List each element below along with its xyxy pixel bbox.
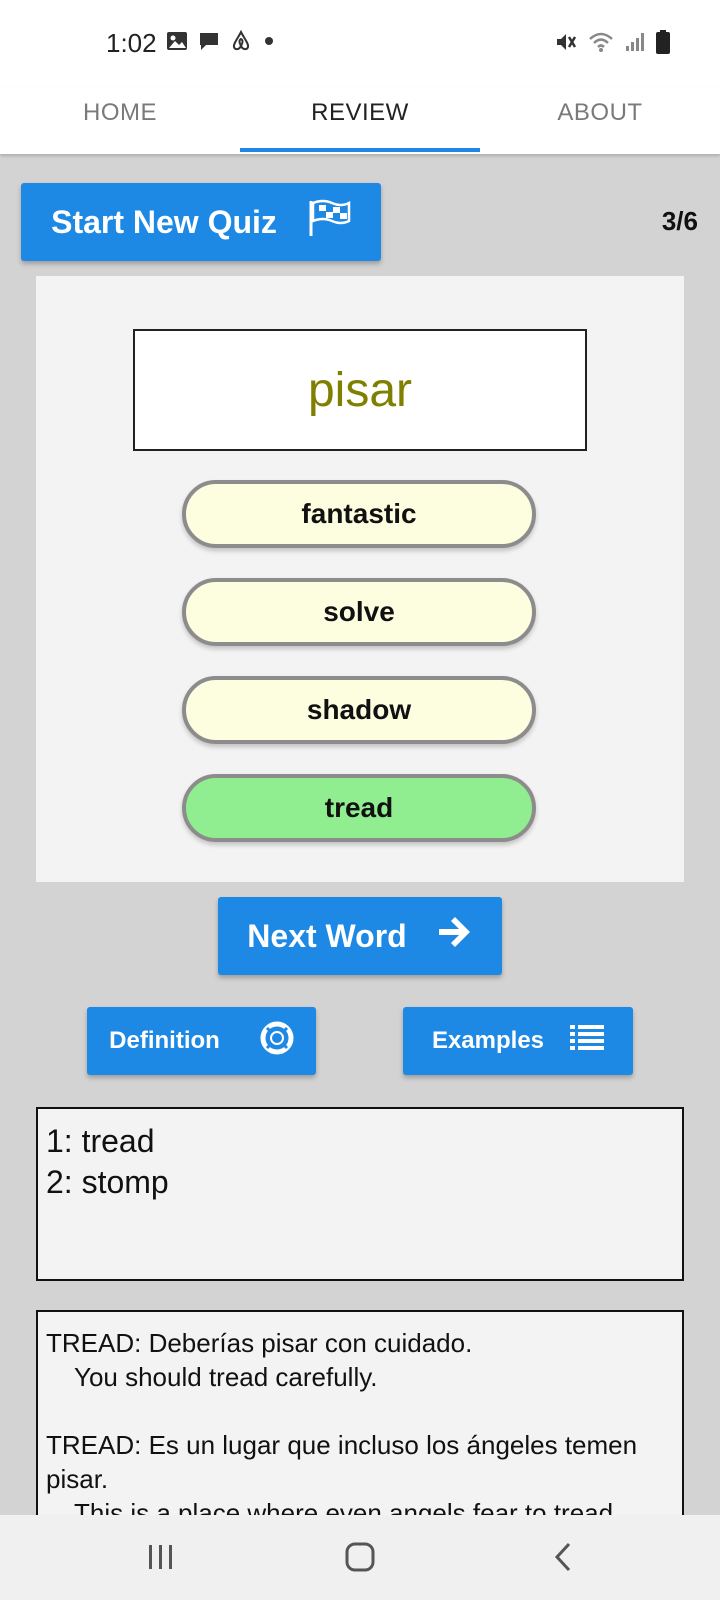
image-icon bbox=[166, 31, 188, 56]
examples-panel[interactable]: TREAD: Deberías pisar con cuidado. You s… bbox=[36, 1310, 684, 1524]
examples-label: Examples bbox=[431, 1027, 545, 1054]
example-spanish: TREAD: Es un lugar que incluso los ángel… bbox=[46, 1430, 638, 1494]
status-system-icons bbox=[554, 30, 670, 59]
quiz-progress-counter: 3/6 bbox=[661, 206, 698, 236]
chat-icon bbox=[198, 31, 220, 56]
answer-option-tread[interactable]: tread bbox=[182, 774, 536, 842]
status-bar: 1:02 bbox=[0, 0, 720, 88]
answer-option-shadow[interactable]: shadow bbox=[182, 676, 536, 744]
tab-review[interactable]: REVIEW bbox=[240, 88, 480, 154]
status-time: 1:02 bbox=[106, 28, 157, 58]
tab-bar: HOME REVIEW ABOUT bbox=[0, 88, 720, 154]
example-spanish: TREAD: Deberías pisar con cuidado. bbox=[46, 1328, 473, 1358]
example-entry: TREAD: Deberías pisar con cuidado. You s… bbox=[46, 1326, 674, 1394]
home-icon[interactable] bbox=[330, 1535, 390, 1579]
flag-checkered-icon bbox=[307, 199, 351, 245]
system-nav-bar bbox=[0, 1515, 720, 1600]
tab-home[interactable]: HOME bbox=[0, 88, 240, 154]
example-entry: TREAD: Es un lugar que incluso los ángel… bbox=[46, 1428, 674, 1524]
definition-button[interactable]: Definition bbox=[87, 1007, 316, 1075]
example-english: You should tread carefully. bbox=[74, 1362, 378, 1392]
start-new-quiz-button[interactable]: Start New Quiz bbox=[21, 183, 381, 261]
status-notification-icons bbox=[166, 29, 276, 57]
answer-option-solve[interactable]: solve bbox=[182, 578, 536, 646]
definition-panel: 1: tread 2: stomp bbox=[36, 1107, 684, 1281]
wifi-icon bbox=[588, 31, 614, 58]
quiz-word: pisar bbox=[133, 329, 587, 451]
definition-item: 1: tread bbox=[46, 1123, 155, 1159]
tab-about[interactable]: ABOUT bbox=[480, 88, 720, 154]
next-word-label: Next Word bbox=[247, 917, 407, 954]
definition-item: 2: stomp bbox=[46, 1164, 169, 1200]
answer-option-fantastic[interactable]: fantastic bbox=[182, 480, 536, 548]
start-new-quiz-label: Start New Quiz bbox=[51, 203, 277, 240]
back-icon[interactable] bbox=[533, 1535, 593, 1579]
quiz-panel: pisar fantastic solve shadow tread bbox=[36, 276, 684, 882]
signal-icon bbox=[624, 31, 646, 58]
examples-button[interactable]: Examples bbox=[403, 1007, 633, 1075]
definition-label: Definition bbox=[109, 1027, 220, 1054]
next-word-button[interactable]: Next Word bbox=[218, 897, 502, 975]
battery-icon bbox=[656, 30, 670, 59]
mute-icon bbox=[554, 31, 578, 58]
arrow-right-icon bbox=[435, 913, 473, 959]
recents-icon[interactable] bbox=[131, 1535, 191, 1579]
lifebuoy-icon bbox=[260, 1021, 294, 1062]
list-icon bbox=[570, 1024, 605, 1059]
dot-icon bbox=[262, 34, 276, 53]
airbnb-icon bbox=[230, 29, 252, 57]
